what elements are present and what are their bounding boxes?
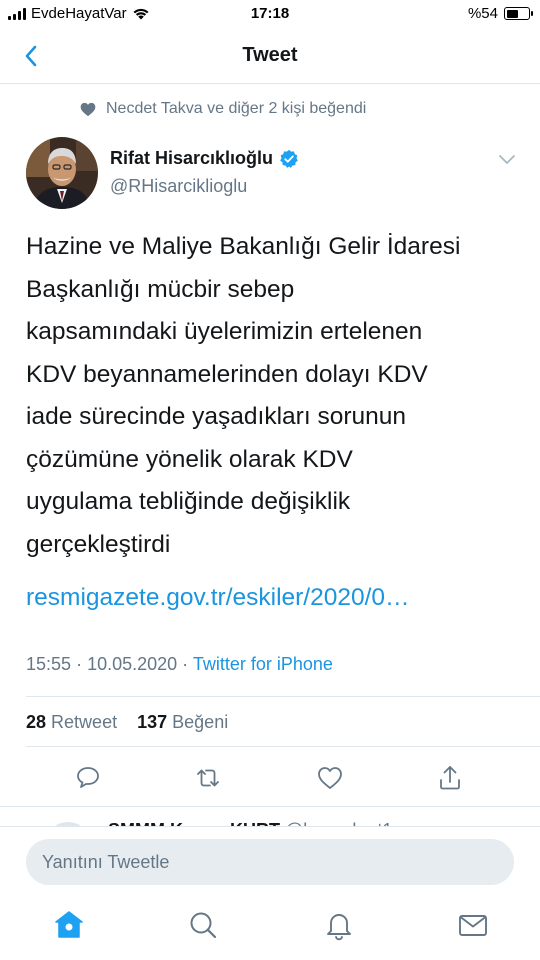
tweet-stats: 28 Retweet 137 Beğeni — [26, 712, 228, 733]
retweet-icon — [197, 769, 219, 787]
tweet-line: kapsamındaki üyelerimizin ertelenen — [26, 318, 423, 345]
battery-fill — [506, 9, 518, 18]
tweet-time: 15:55 — [26, 654, 72, 674]
reply-input[interactable] — [26, 839, 514, 885]
social-context[interactable]: Necdet Takva ve diğer 2 kişi beğendi — [80, 100, 366, 118]
divider — [26, 696, 540, 697]
tab-messages[interactable] — [456, 908, 490, 942]
home-icon — [55, 911, 83, 938]
tweet-line: Hazine ve Maliye Bakanlığı Gelir İdaresi — [26, 233, 461, 260]
status-right: %54 — [467, 5, 533, 22]
tweet-source[interactable]: Twitter for iPhone — [193, 654, 333, 674]
heart-outline-icon — [318, 767, 342, 789]
verified-badge-icon — [280, 149, 298, 168]
meta-separator: · — [182, 654, 193, 674]
tab-bar — [0, 900, 540, 960]
mail-icon — [459, 915, 487, 936]
like-button[interactable] — [314, 762, 346, 794]
meta-separator: · — [76, 654, 88, 674]
reply-button[interactable] — [72, 762, 104, 794]
tweet-text: Hazine ve Maliye Bakanlığı Gelir İdaresi… — [26, 226, 506, 566]
battery-percent: %54 — [467, 5, 498, 22]
chevron-down-icon — [499, 155, 515, 164]
tab-home[interactable] — [52, 908, 86, 942]
page-title: Tweet — [242, 44, 298, 66]
tweet-actions — [0, 762, 540, 798]
avatar-image — [26, 137, 98, 209]
liked-by-text: Necdet Takva ve diğer 2 kişi beğendi — [106, 100, 367, 117]
search-icon — [190, 912, 217, 939]
status-time: 17:18 — [250, 5, 290, 22]
tweet-meta: 15:55 · 10.05.2020 · Twitter for iPhone — [26, 654, 333, 675]
likes-stat[interactable]: 137 Beğeni — [137, 712, 228, 733]
retweet-button[interactable] — [192, 762, 224, 794]
author-name: Rifat Hisarcıklıoğlu — [110, 148, 274, 168]
heart-icon — [80, 102, 96, 116]
nav-bar: Tweet — [0, 28, 540, 84]
retweet-label: Retweet — [51, 712, 118, 732]
divider — [0, 806, 540, 807]
author-avatar[interactable] — [26, 137, 98, 209]
tweet-line: Başkanlığı mücbir sebep — [26, 275, 295, 303]
tweet-line: iade sürecinde yaşadıkları sorunun — [26, 403, 406, 430]
tweet-options-button[interactable] — [498, 152, 516, 170]
author-handle[interactable]: @RHisarciklioglu — [110, 176, 247, 197]
tweet-line: uygulama tebliğinde değişiklik — [26, 488, 351, 515]
tab-search[interactable] — [186, 908, 220, 942]
tweet-line: gerçekleştirdi — [26, 530, 171, 558]
bell-icon — [327, 914, 351, 941]
like-label: Beğeni — [172, 712, 229, 732]
author-name-row[interactable]: Rifat Hisarcıklıoğlu — [110, 148, 299, 169]
tweet-link[interactable]: resmigazete.gov.tr/eskiler/2020/0… — [26, 584, 410, 612]
tweet-line: çözümüne yönelik olarak KDV — [26, 445, 353, 473]
battery-icon — [504, 7, 533, 20]
tab-notifications[interactable] — [322, 908, 356, 942]
divider — [26, 746, 540, 747]
share-button[interactable] — [434, 762, 466, 794]
reply-icon — [77, 767, 99, 788]
share-icon — [440, 766, 460, 790]
tweet-line: KDV beyannamelerinden dolayı KDV — [26, 360, 428, 388]
status-bar: EvdeHayatVar 17:18 %54 — [0, 0, 540, 28]
retweet-count: 28 — [26, 712, 47, 732]
like-count: 137 — [137, 712, 168, 732]
tweet-date: 10.05.2020 — [87, 654, 178, 674]
retweets-stat[interactable]: 28 Retweet — [26, 712, 117, 733]
